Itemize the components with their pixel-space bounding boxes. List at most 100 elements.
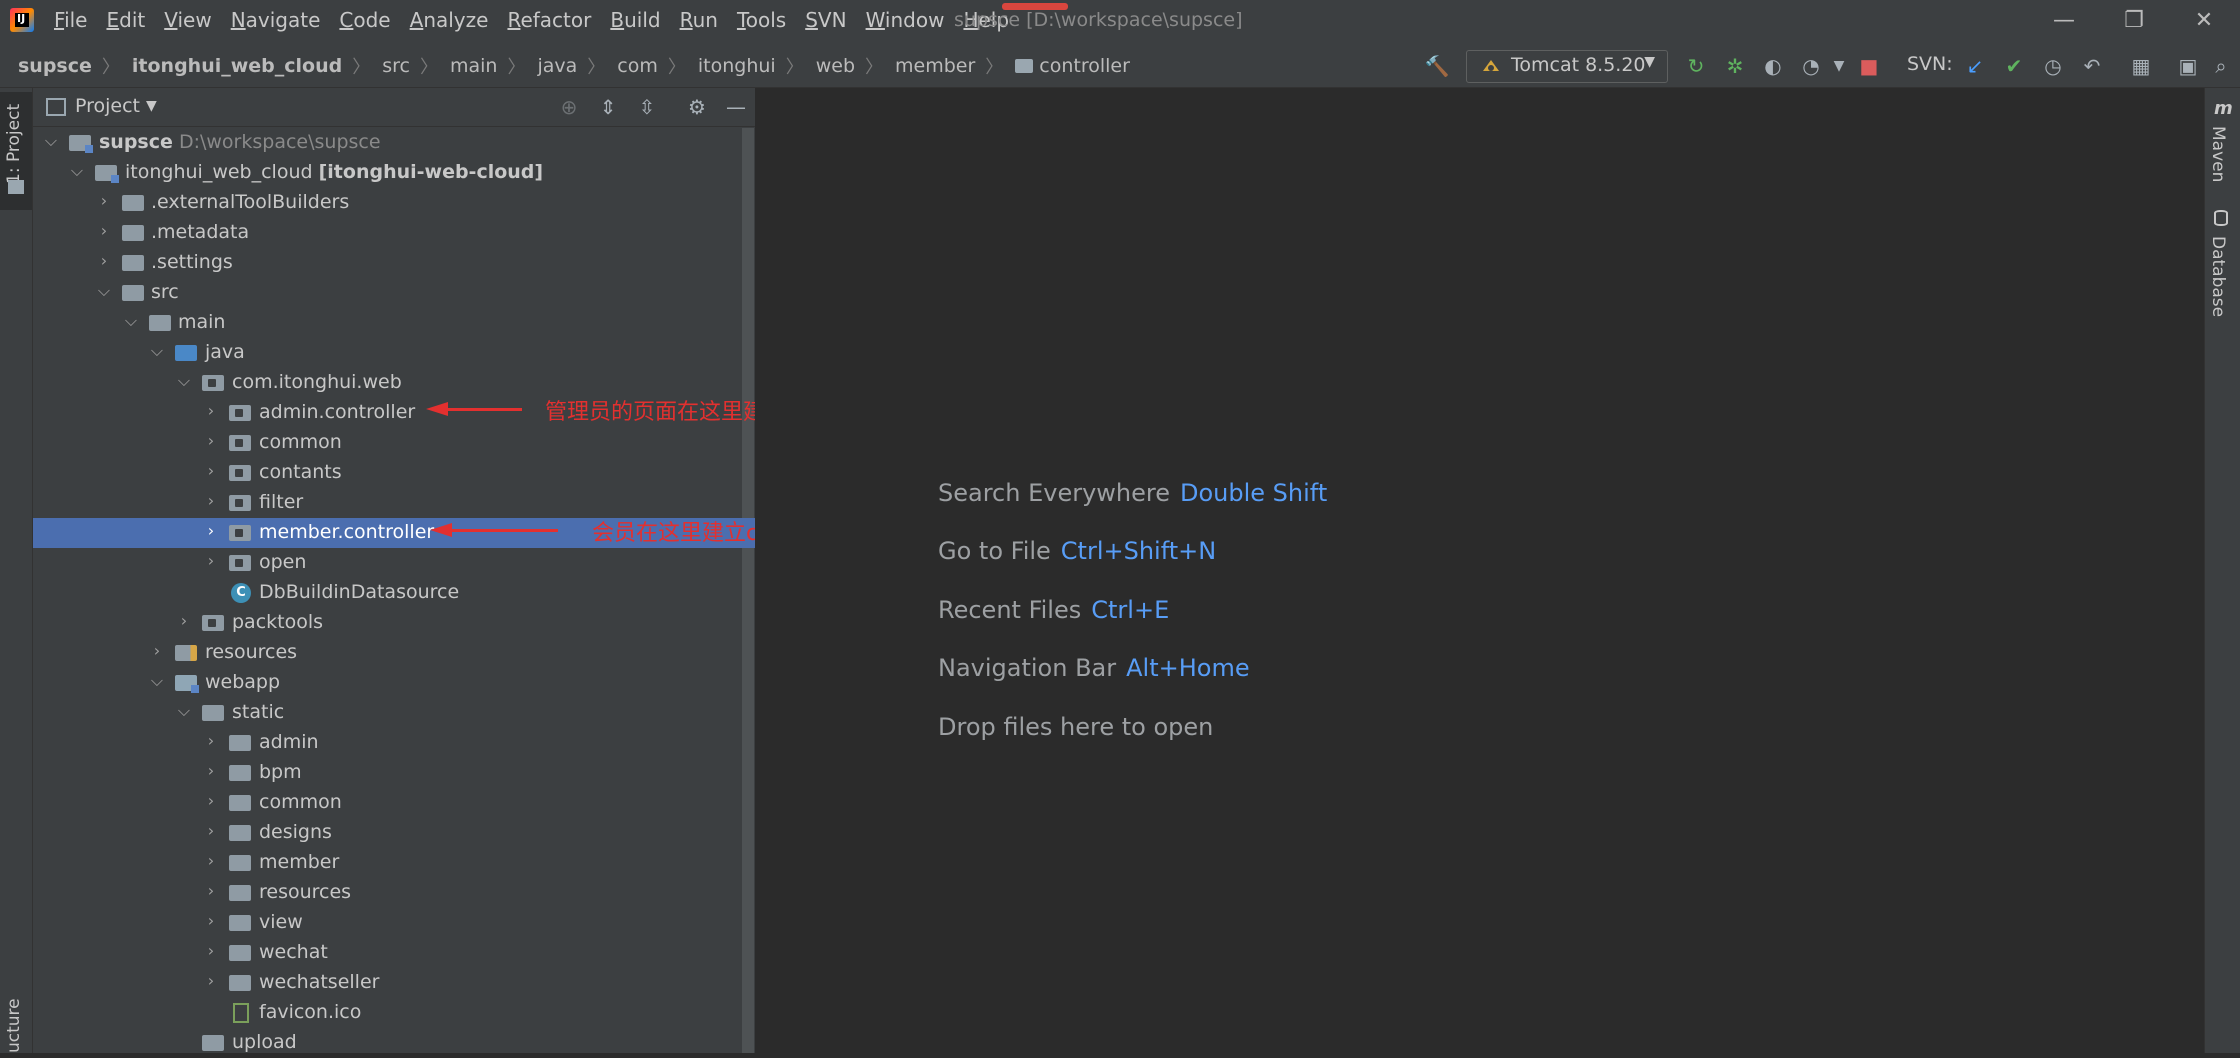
menu-edit[interactable]: Edit bbox=[106, 8, 145, 32]
menu-view[interactable]: View bbox=[164, 8, 211, 32]
crumb-member[interactable]: member bbox=[895, 55, 975, 77]
crumb-supsce[interactable]: supsce bbox=[18, 55, 92, 77]
profile-icon[interactable]: ◔ bbox=[1798, 53, 1824, 79]
chevron-right-icon[interactable]: › bbox=[203, 881, 219, 900]
tree-node[interactable]: › filter bbox=[33, 488, 755, 518]
crumb-itonghui[interactable]: itonghui bbox=[698, 55, 776, 77]
tree-node[interactable]: › wechat bbox=[33, 938, 755, 968]
tree-node[interactable]: ⌵ static bbox=[33, 698, 755, 728]
svn-commit-icon[interactable]: ✔ bbox=[2001, 53, 2027, 79]
svn-update-icon[interactable]: ↙ bbox=[1962, 53, 1988, 79]
menu-refactor[interactable]: Refactor bbox=[507, 8, 591, 32]
chevron-down-icon[interactable]: ⌵ bbox=[149, 341, 165, 361]
tree-node[interactable]: › common bbox=[33, 428, 755, 458]
minimize-button[interactable]: — bbox=[2040, 6, 2088, 36]
chevron-right-icon[interactable]: › bbox=[203, 551, 219, 570]
menu-build[interactable]: Build bbox=[610, 8, 660, 32]
tree-node[interactable]: upload bbox=[33, 1028, 755, 1058]
chevron-right-icon[interactable]: › bbox=[96, 191, 112, 210]
tree-node[interactable]: › admin bbox=[33, 728, 755, 758]
tree-node[interactable]: ⌵ main bbox=[33, 308, 755, 338]
menu-analyze[interactable]: Analyze bbox=[410, 8, 489, 32]
chevron-right-icon[interactable]: › bbox=[203, 431, 219, 450]
tree-node[interactable]: ⌵ src bbox=[33, 278, 755, 308]
chevron-right-icon[interactable]: › bbox=[96, 251, 112, 270]
menu-window[interactable]: Window bbox=[866, 8, 945, 32]
stop-icon[interactable]: ■ bbox=[1856, 53, 1882, 79]
chevron-down-icon[interactable]: ⌵ bbox=[43, 131, 59, 151]
chevron-right-icon[interactable]: › bbox=[203, 971, 219, 990]
close-button[interactable]: ✕ bbox=[2180, 6, 2228, 36]
menu-navigate[interactable]: Navigate bbox=[231, 8, 321, 32]
tab-maven[interactable]: Maven bbox=[2208, 126, 2228, 182]
chevron-down-icon[interactable]: ⌵ bbox=[96, 281, 112, 301]
crumb-main[interactable]: main bbox=[450, 55, 497, 77]
tree-node[interactable]: › .metadata bbox=[33, 218, 755, 248]
hide-panel-icon[interactable]: — bbox=[723, 94, 749, 120]
chevron-right-icon[interactable]: › bbox=[96, 221, 112, 240]
tree-node-supsce[interactable]: ⌵ supsce D:\workspace\supsce bbox=[33, 128, 755, 158]
chevron-right-icon[interactable]: › bbox=[203, 821, 219, 840]
chevron-down-icon[interactable]: ⌵ bbox=[123, 311, 139, 331]
crumb-web[interactable]: web bbox=[816, 55, 855, 77]
gear-icon[interactable]: ⚙ bbox=[684, 94, 710, 120]
tab-structure-label[interactable]: ucture bbox=[4, 998, 24, 1053]
revert-icon[interactable]: ↶ bbox=[2079, 53, 2105, 79]
tree-node[interactable]: › .externalToolBuilders bbox=[33, 188, 755, 218]
chevron-right-icon[interactable]: › bbox=[203, 911, 219, 930]
chevron-down-icon[interactable]: ⌵ bbox=[149, 671, 165, 691]
crumb-module[interactable]: itonghui_web_cloud bbox=[132, 55, 342, 77]
history-icon[interactable]: ◷ bbox=[2040, 53, 2066, 79]
run-config-select[interactable]: Tomcat 8.5.20 ▼ bbox=[1466, 50, 1668, 83]
chevron-down-icon[interactable]: ▼ bbox=[146, 98, 157, 114]
crumb-controller[interactable]: controller bbox=[1039, 55, 1130, 77]
chevron-right-icon[interactable]: › bbox=[203, 401, 219, 420]
collapse-all-icon[interactable]: ⇳ bbox=[634, 94, 660, 120]
tree-node[interactable]: › wechatseller bbox=[33, 968, 755, 998]
menu-code[interactable]: Code bbox=[339, 8, 390, 32]
tree-node[interactable]: › .settings bbox=[33, 248, 755, 278]
panel-title[interactable]: Project bbox=[75, 95, 140, 117]
locate-target-icon[interactable]: ⊕ bbox=[556, 94, 582, 120]
crumb-com[interactable]: com bbox=[617, 55, 658, 77]
tree-node[interactable]: › bpm bbox=[33, 758, 755, 788]
chevron-right-icon[interactable]: › bbox=[149, 641, 165, 660]
coverage-icon[interactable]: ◐ bbox=[1760, 53, 1786, 79]
crumb-java[interactable]: java bbox=[537, 55, 577, 77]
chevron-right-icon[interactable]: › bbox=[203, 791, 219, 810]
expand-all-icon[interactable]: ⇕ bbox=[595, 94, 621, 120]
chevron-right-icon[interactable]: › bbox=[203, 941, 219, 960]
build-hammer-icon[interactable]: 🔨 bbox=[1424, 53, 1450, 79]
chevron-right-icon[interactable]: › bbox=[203, 461, 219, 480]
editor-area[interactable] bbox=[755, 88, 2203, 1053]
menu-file[interactable]: File bbox=[54, 8, 87, 32]
tree-node[interactable]: › contants bbox=[33, 458, 755, 488]
menu-run[interactable]: Run bbox=[680, 8, 718, 32]
chevron-right-icon[interactable]: › bbox=[176, 611, 192, 630]
rerun-icon[interactable]: ↻ bbox=[1683, 53, 1709, 79]
terminal-icon[interactable]: ▣ bbox=[2175, 53, 2201, 79]
chevron-down-icon[interactable]: ▼ bbox=[1826, 53, 1852, 79]
chevron-right-icon[interactable]: › bbox=[203, 731, 219, 750]
chevron-right-icon[interactable]: › bbox=[203, 851, 219, 870]
chevron-right-icon[interactable]: › bbox=[203, 491, 219, 510]
menu-tools[interactable]: Tools bbox=[737, 8, 786, 32]
tree-node[interactable]: › open bbox=[33, 548, 755, 578]
search-icon[interactable]: ⌕ bbox=[2208, 53, 2234, 79]
tree-node[interactable]: › packtools bbox=[33, 608, 755, 638]
tree-node[interactable]: favicon.ico bbox=[33, 998, 755, 1028]
tree-node-module[interactable]: ⌵ itonghui_web_cloud [itonghui-web-cloud… bbox=[33, 158, 755, 188]
tab-project-label[interactable]: 1: Project bbox=[4, 104, 24, 184]
tree-node[interactable]: › designs bbox=[33, 818, 755, 848]
tree-node[interactable]: › member bbox=[33, 848, 755, 878]
tree-node[interactable]: › resources bbox=[33, 878, 755, 908]
chevron-right-icon[interactable]: › bbox=[203, 761, 219, 780]
tree-node[interactable]: C DbBuildinDatasource bbox=[33, 578, 755, 608]
tree-node[interactable]: ⌵ webapp bbox=[33, 668, 755, 698]
menu-svn[interactable]: SVN bbox=[805, 8, 846, 32]
crumb-src[interactable]: src bbox=[382, 55, 410, 77]
debug-bug-icon[interactable]: ✲ bbox=[1722, 53, 1748, 79]
chevron-down-icon[interactable]: ⌵ bbox=[176, 371, 192, 391]
chevron-right-icon[interactable]: › bbox=[203, 521, 219, 540]
tree-node[interactable]: › view bbox=[33, 908, 755, 938]
